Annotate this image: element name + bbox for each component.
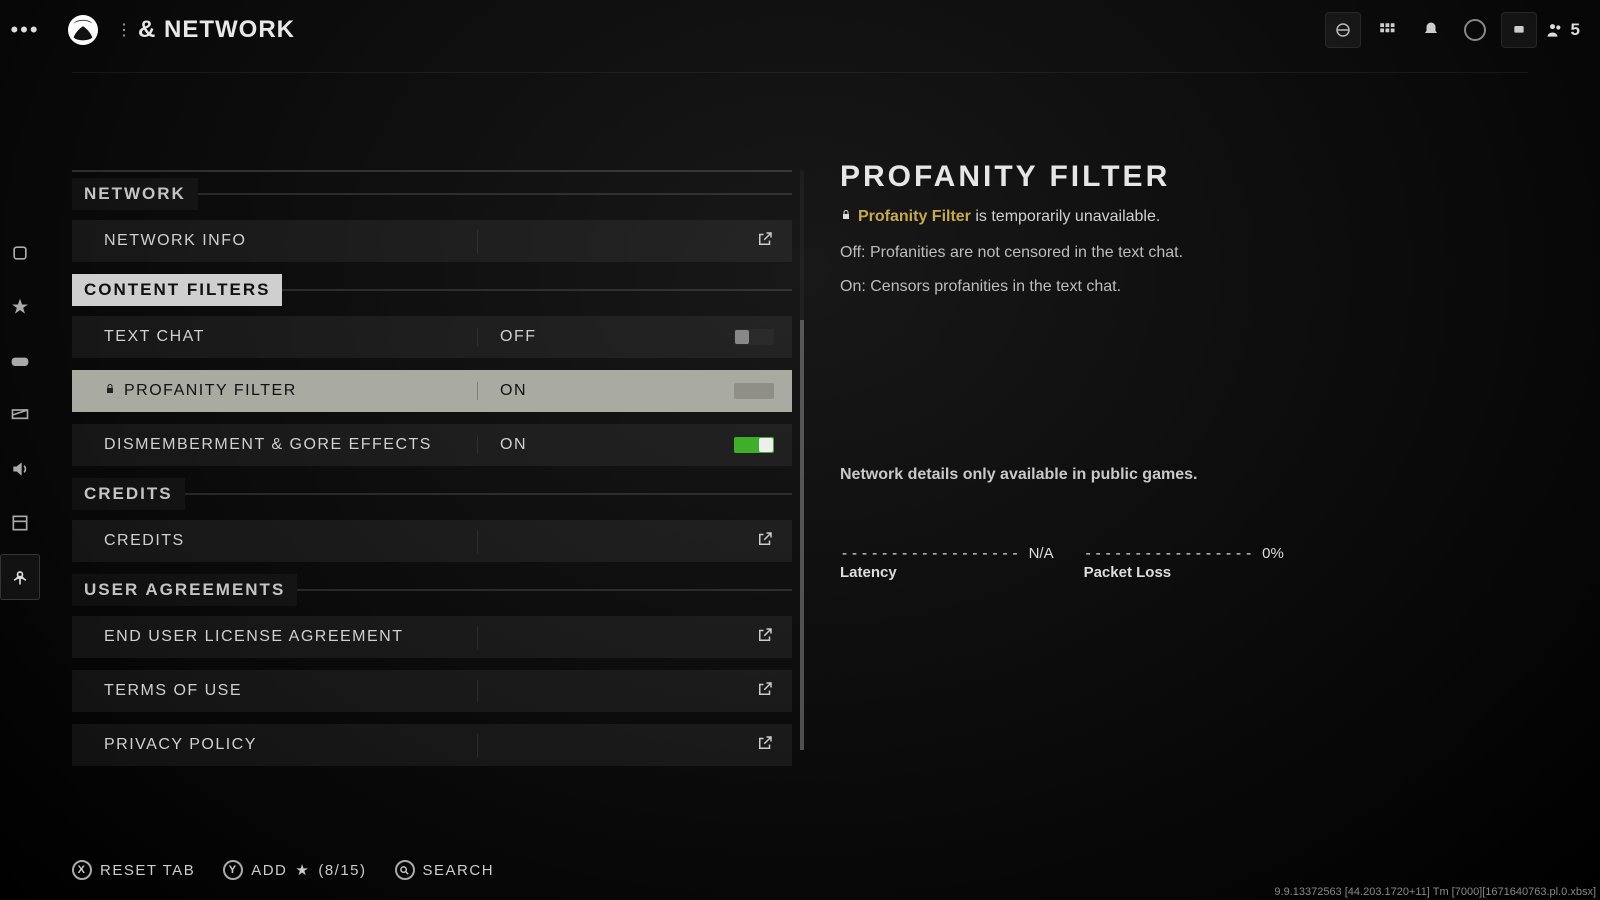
description-panel: PROFANITY FILTER Profanity Filter is tem… [840,160,1520,581]
row-text-chat[interactable]: TEXT CHAT OFF [72,316,792,358]
lock-icon [104,382,116,400]
compass-icon[interactable] [1457,12,1493,48]
settings-list: NETWORK NETWORK INFO CONTENT FILTERS TEX… [72,170,792,778]
tab-controller-icon[interactable] [0,338,40,384]
tab-star-icon[interactable] [0,284,40,330]
network-note: Network details only available in public… [840,466,1520,484]
external-link-icon [756,230,774,253]
hint-search[interactable]: SEARCH [395,860,495,880]
latency-value: N/A [1029,545,1054,562]
tab-interface-icon[interactable] [0,500,40,546]
description-title: PROFANITY FILTER [840,160,1520,194]
row-profanity-filter[interactable]: PROFANITY FILTER ON [72,370,792,412]
tab-audio-icon[interactable] [0,446,40,492]
toggle-on[interactable] [734,437,774,453]
party-icon [1545,20,1565,40]
cloud-icon[interactable] [1325,12,1361,48]
hint-add-favorite[interactable]: Y ADD ★ (8/15) [223,860,366,880]
search-button-icon [395,860,415,880]
row-value: OFF [500,328,537,346]
list-scrollbar[interactable] [800,170,804,750]
controller-badge-icon[interactable] [1501,12,1537,48]
external-link-icon [756,530,774,553]
row-label: TEXT CHAT [104,328,205,346]
section-user-agreements: USER AGREEMENTS [72,574,792,606]
row-privacy-policy[interactable]: PRIVACY POLICY [72,724,792,766]
row-network-info[interactable]: NETWORK INFO [72,220,792,262]
window-menu-button[interactable]: ••• [0,6,50,54]
description-warning: Profanity Filter is temporarily unavaila… [840,208,1520,226]
section-content-filters: CONTENT FILTERS [72,274,792,306]
footer-hints: X RESET TAB Y ADD ★ (8/15) SEARCH [72,860,494,880]
external-link-icon [756,626,774,649]
toggle-locked [734,383,774,399]
row-label: NETWORK INFO [104,232,246,250]
packet-loss-label: Packet Loss [1084,564,1284,581]
row-label: END USER LICENSE AGREEMENT [104,628,404,646]
scrollbar-thumb[interactable] [800,320,804,750]
x-button-icon: X [72,860,92,880]
notifications-icon[interactable] [1413,12,1449,48]
apps-grid-icon[interactable] [1369,12,1405,48]
star-icon: ★ [295,861,310,879]
section-network: NETWORK [72,178,792,210]
row-terms-of-use[interactable]: TERMS OF USE [72,670,792,712]
row-label: DISMEMBERMENT & GORE EFFECTS [104,436,432,454]
toggle-off[interactable] [734,329,774,345]
row-value: ON [500,382,527,400]
row-eula[interactable]: END USER LICENSE AGREEMENT [72,616,792,658]
row-label: PROFANITY FILTER [124,382,297,400]
row-credits[interactable]: CREDITS [72,520,792,562]
page-title: & NETWORK [138,16,295,44]
header-divider [72,72,1528,73]
y-button-icon: Y [223,860,243,880]
network-stats: ------------------N/A Latency ----------… [840,544,1520,581]
list-top-line [72,170,792,172]
titlebar: ••• ⋮ & NETWORK 5 [0,0,1600,60]
tab-lt-icon[interactable] [0,230,40,276]
external-link-icon [756,680,774,703]
row-label: TERMS OF USE [104,682,242,700]
latency-label: Latency [840,564,1054,581]
settings-tabs-sidebar [0,230,42,600]
tab-network-icon[interactable] [0,554,40,600]
description-on: On: Censors profanities in the text chat… [840,278,1520,296]
tab-display-icon[interactable] [0,392,40,438]
external-link-icon [756,734,774,757]
window-drag-icon: ⋮ [116,20,132,40]
description-off: Off: Profanities are not censored in the… [840,244,1520,262]
packet-loss-value: 0% [1262,545,1284,562]
row-gore-effects[interactable]: DISMEMBERMENT & GORE EFFECTS ON [72,424,792,466]
row-value: ON [500,436,527,454]
xbox-logo-icon[interactable] [68,15,98,45]
row-label: CREDITS [104,532,185,550]
row-label: PRIVACY POLICY [104,736,257,754]
party-count[interactable]: 5 [1545,20,1580,40]
hint-reset-tab[interactable]: X RESET TAB [72,860,195,880]
section-credits: CREDITS [72,478,792,510]
lock-icon [840,208,852,226]
build-version: 9.9.13372563 [44.203.1720+11] Tm [7000][… [1274,886,1596,898]
